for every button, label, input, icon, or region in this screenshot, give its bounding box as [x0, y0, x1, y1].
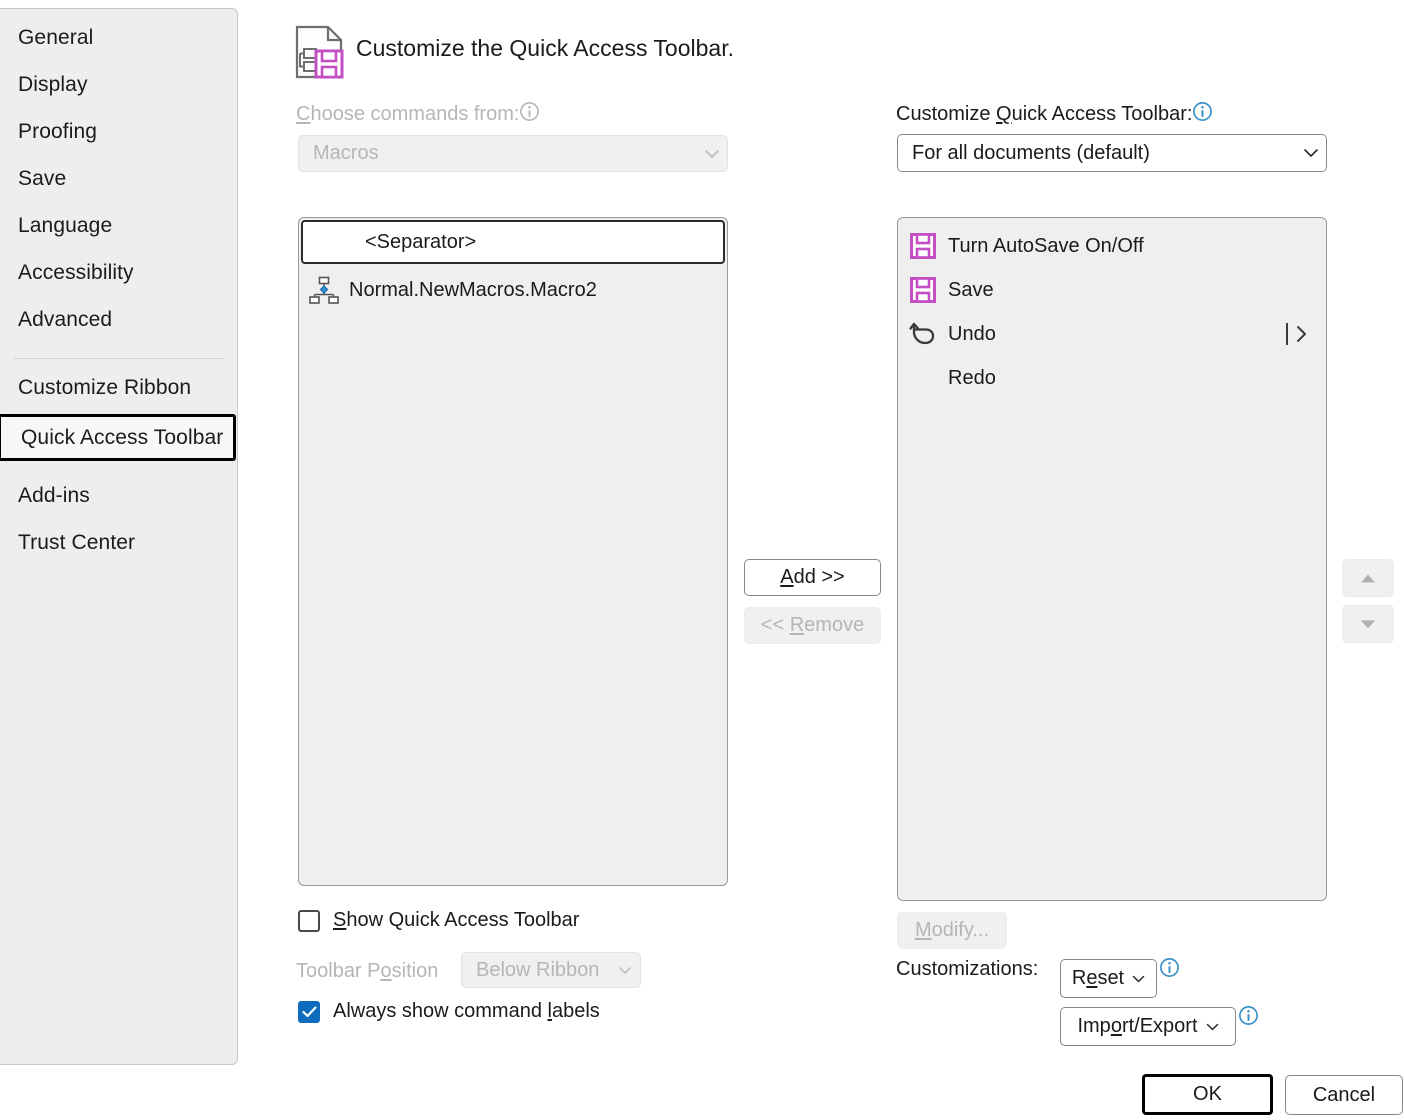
sidebar-item-label: Add-ins — [18, 483, 90, 507]
sidebar-item-advanced[interactable]: Advanced — [0, 296, 238, 343]
choose-commands-from-label: Choose commands from: — [296, 101, 540, 126]
reset-button-label: Reset — [1071, 967, 1125, 989]
always-show-command-labels-checkbox[interactable]: Always show command labels — [298, 1000, 600, 1023]
sidebar-item-proofing[interactable]: Proofing — [0, 108, 238, 155]
customize-qat-label: Customize Quick Access Toolbar: — [896, 101, 1213, 126]
floppy-save-icon — [898, 276, 948, 304]
list-item[interactable]: Normal.NewMacros.Macro2 — [299, 268, 727, 312]
info-icon[interactable] — [1192, 101, 1213, 122]
sidebar-item-label: Language — [18, 213, 113, 237]
list-item-label: Redo — [948, 366, 996, 389]
list-item-label: Turn AutoSave On/Off — [948, 234, 1144, 257]
list-item-label: Normal.NewMacros.Macro2 — [349, 278, 597, 301]
remove-button[interactable]: << Remove — [744, 607, 881, 644]
options-sidebar: General Display Proofing Save Language A… — [0, 8, 238, 1065]
list-item[interactable]: Turn AutoSave On/Off — [898, 224, 1326, 268]
import-export-button[interactable]: Import/Export — [1060, 1007, 1236, 1046]
sidebar-item-label: Advanced — [18, 307, 113, 331]
sidebar-item-label: Save — [18, 166, 67, 190]
sidebar-item-quick-access-toolbar[interactable]: Quick Access Toolbar — [0, 414, 236, 461]
reset-button[interactable]: Reset — [1060, 959, 1157, 998]
move-up-button[interactable] — [1342, 559, 1394, 597]
list-item[interactable]: Save — [898, 268, 1326, 312]
sidebar-item-add-ins[interactable]: Add-ins — [0, 472, 238, 519]
list-item-label: Save — [948, 278, 994, 301]
toolbar-position-label: Toolbar Position — [296, 960, 439, 982]
triangle-up-icon — [1361, 574, 1375, 582]
sidebar-item-label: General — [18, 25, 94, 49]
sidebar-item-label: Accessibility — [18, 260, 134, 284]
dropdown-value: Below Ribbon — [476, 958, 600, 981]
ok-button[interactable]: OK — [1142, 1074, 1273, 1115]
undo-dropdown-indicator[interactable] — [1286, 323, 1308, 345]
checkbox-box — [298, 909, 320, 932]
document-save-icon — [294, 24, 348, 80]
available-commands-listbox[interactable]: <Separator> Normal.NewMacros.Macro2 — [298, 217, 728, 886]
remove-button-label: << Remove — [760, 614, 865, 636]
list-item[interactable]: <Separator> — [301, 220, 725, 264]
floppy-save-icon — [898, 232, 948, 260]
sidebar-item-accessibility[interactable]: Accessibility — [0, 249, 238, 296]
triangle-down-icon — [1361, 620, 1375, 628]
chevron-down-icon — [1206, 1023, 1219, 1031]
toolbar-position-dropdown[interactable]: Below Ribbon — [461, 952, 641, 988]
sidebar-item-label: Quick Access Toolbar — [21, 425, 224, 449]
dropdown-value: Macros — [313, 142, 379, 164]
info-icon[interactable] — [519, 101, 540, 122]
list-item-label: Undo — [948, 322, 996, 345]
sidebar-item-trust-center[interactable]: Trust Center — [0, 519, 238, 566]
modify-button-label: Modify... — [914, 919, 990, 941]
import-export-button-label: Import/Export — [1077, 1015, 1198, 1037]
sidebar-item-general[interactable]: General — [0, 14, 238, 61]
list-item-label: <Separator> — [365, 230, 477, 253]
checkbox-label: Always show command labels — [333, 1000, 600, 1022]
word-options-dialog: General Display Proofing Save Language A… — [0, 0, 1404, 1120]
move-down-button[interactable] — [1342, 605, 1394, 643]
checkbox-label: Show Quick Access Toolbar — [333, 909, 580, 931]
cancel-button[interactable]: Cancel — [1285, 1075, 1403, 1115]
add-button[interactable]: Add >> — [744, 559, 881, 596]
divider-bar-icon — [1286, 323, 1288, 345]
add-button-label: Add >> — [780, 566, 845, 588]
sidebar-item-label: Customize Ribbon — [18, 375, 192, 399]
undo-arrow-icon — [898, 320, 948, 348]
customizations-label: Customizations: — [896, 958, 1039, 980]
chevron-down-icon — [610, 966, 640, 975]
list-item[interactable]: Undo — [898, 312, 1326, 356]
ok-button-label: OK — [1193, 1083, 1222, 1105]
page-title: Customize the Quick Access Toolbar. — [356, 35, 734, 61]
qat-commands-listbox[interactable]: Turn AutoSave On/Off Save Undo Redo — [897, 217, 1327, 901]
cancel-button-label: Cancel — [1312, 1083, 1376, 1106]
chevron-right-icon — [1297, 326, 1306, 342]
sidebar-item-display[interactable]: Display — [0, 61, 238, 108]
sidebar-divider — [14, 358, 224, 359]
sidebar-item-save[interactable]: Save — [0, 155, 238, 202]
show-quick-access-toolbar-checkbox[interactable]: Show Quick Access Toolbar — [298, 909, 579, 932]
chevron-down-icon — [1296, 148, 1326, 158]
info-icon[interactable] — [1238, 1005, 1259, 1026]
sidebar-item-label: Display — [18, 72, 88, 96]
checkbox-box — [298, 1000, 320, 1023]
choose-commands-from-dropdown[interactable]: Macros — [298, 135, 728, 172]
chevron-down-icon — [1132, 975, 1145, 983]
chevron-down-icon — [697, 149, 727, 159]
sidebar-item-customize-ribbon[interactable]: Customize Ribbon — [0, 364, 238, 411]
sidebar-item-label: Proofing — [18, 119, 98, 143]
info-icon[interactable] — [1159, 957, 1180, 978]
macro-hierarchy-icon — [299, 276, 349, 304]
modify-button[interactable]: Modify... — [897, 912, 1007, 949]
customize-qat-dropdown[interactable]: For all documents (default) — [897, 134, 1327, 172]
list-item[interactable]: Redo — [898, 356, 1326, 400]
dropdown-value: For all documents (default) — [912, 141, 1150, 164]
sidebar-item-label: Trust Center — [18, 530, 136, 554]
sidebar-item-language[interactable]: Language — [0, 202, 238, 249]
